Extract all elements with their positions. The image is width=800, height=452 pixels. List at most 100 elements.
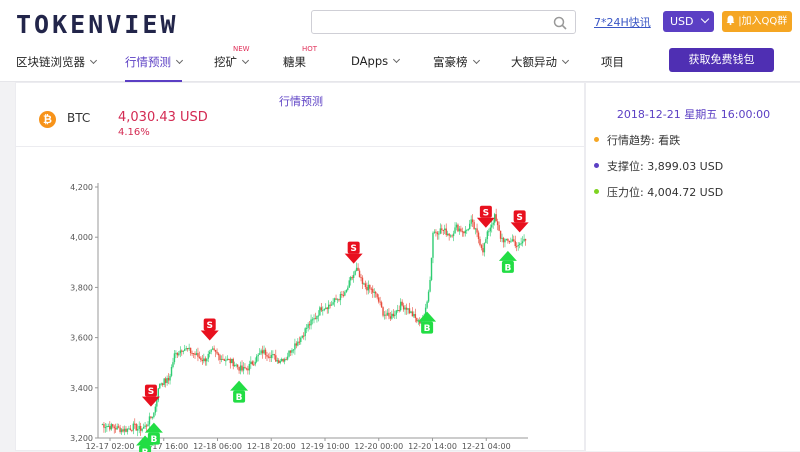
candle (169, 375, 171, 381)
candle (142, 426, 145, 429)
candle (461, 231, 464, 233)
candle (394, 314, 396, 317)
candle (303, 335, 305, 337)
candle (374, 291, 377, 294)
candle (474, 228, 477, 230)
candle (170, 366, 173, 376)
candle (333, 298, 336, 303)
candle (392, 313, 395, 317)
candle (511, 239, 514, 242)
candle (238, 366, 240, 371)
candle (260, 350, 262, 354)
search-icon[interactable] (553, 15, 567, 34)
nav-item-mining[interactable]: NEW 挖矿 (214, 45, 250, 70)
y-tick-label: 4,200 (70, 183, 93, 192)
candle (276, 360, 278, 362)
candle (266, 354, 268, 357)
join-qq-group-button[interactable]: |加入QQ群 (722, 11, 792, 32)
get-free-wallet-button[interactable]: 获取免费钱包 (669, 48, 774, 72)
candle (144, 425, 146, 427)
candle (510, 241, 512, 243)
candle (122, 429, 124, 432)
qq-label: |加入QQ群 (738, 16, 788, 27)
candle (483, 243, 486, 253)
candle (132, 423, 135, 431)
nav-item-market-forecast[interactable]: 行情预测 (125, 54, 184, 82)
candle (179, 350, 182, 354)
candle (426, 301, 428, 308)
nav-item-projects[interactable]: 项目 (601, 54, 624, 70)
candle (241, 365, 243, 371)
sell-signal-label: S (206, 321, 212, 331)
candle (226, 358, 229, 361)
buy-signal-label: B (142, 448, 149, 452)
candle (192, 353, 195, 355)
main-nav: 区块链浏览器 行情预测 NEW 挖矿 HOT 糖果 DApps 富豪榜 大额异动… (0, 44, 800, 82)
candle (335, 298, 337, 300)
candle (489, 227, 491, 232)
candle (307, 324, 309, 328)
candle (139, 426, 142, 431)
candle (200, 357, 202, 360)
candle (451, 235, 453, 237)
candle (452, 233, 455, 237)
candle (507, 238, 509, 241)
candle (114, 428, 117, 430)
candle (351, 277, 353, 279)
candle (521, 241, 524, 244)
candle (514, 241, 516, 247)
candle (182, 350, 184, 352)
candle (470, 219, 472, 224)
candle (245, 368, 248, 370)
candle (185, 348, 187, 350)
candle (313, 318, 315, 320)
nav-item-rich-list[interactable]: 富豪榜 (433, 54, 480, 70)
x-tick-label: 12-20 14:00 (408, 442, 457, 451)
candle (219, 355, 221, 360)
candle (153, 412, 155, 418)
currency-label: USD (670, 15, 694, 28)
nav-item-explorer[interactable]: 区块链浏览器 (16, 54, 98, 70)
candle (336, 299, 339, 301)
candle (156, 400, 158, 407)
candle (466, 229, 468, 231)
candle (178, 353, 180, 356)
candle (391, 313, 393, 319)
candle (498, 225, 500, 231)
forecast-summary: 2018-12-21 星期五 16:00:00 行情趋势: 看跌 支撑位: 3,… (585, 82, 800, 451)
candle (272, 354, 274, 356)
candle (311, 319, 314, 321)
search-input[interactable] (312, 11, 542, 33)
nav-item-large-transfers[interactable]: 大额异动 (511, 54, 570, 70)
candle (467, 229, 469, 231)
candle (298, 341, 301, 343)
search-box[interactable] (311, 10, 576, 34)
candle (488, 231, 490, 233)
candle (319, 307, 321, 316)
candle (167, 377, 170, 381)
chevron-down-icon (393, 55, 401, 64)
chevron-down-icon (561, 56, 570, 65)
candle (250, 361, 252, 364)
nav-item-dapps[interactable]: DApps (351, 54, 401, 68)
quick-news-link[interactable]: 7*24H快讯 (594, 14, 651, 30)
candle (479, 239, 481, 246)
candle (175, 352, 177, 354)
currency-select[interactable]: USD (663, 11, 714, 32)
sell-signal-label: S (350, 244, 356, 254)
candle (279, 360, 281, 363)
candle (154, 406, 157, 413)
nav-item-candy[interactable]: HOT 糖果 (283, 45, 317, 70)
tokenview-logo[interactable]: TOKENVIEW (16, 10, 178, 39)
candle (267, 356, 270, 358)
nav-item-label: 项目 (601, 55, 624, 69)
candle (131, 430, 133, 432)
resistance-dot-icon (594, 189, 599, 194)
candle (204, 358, 206, 362)
candle (477, 232, 480, 240)
candle (327, 304, 330, 310)
candle (123, 428, 126, 432)
candle (297, 341, 299, 346)
candle (273, 354, 276, 356)
candle (518, 243, 521, 245)
